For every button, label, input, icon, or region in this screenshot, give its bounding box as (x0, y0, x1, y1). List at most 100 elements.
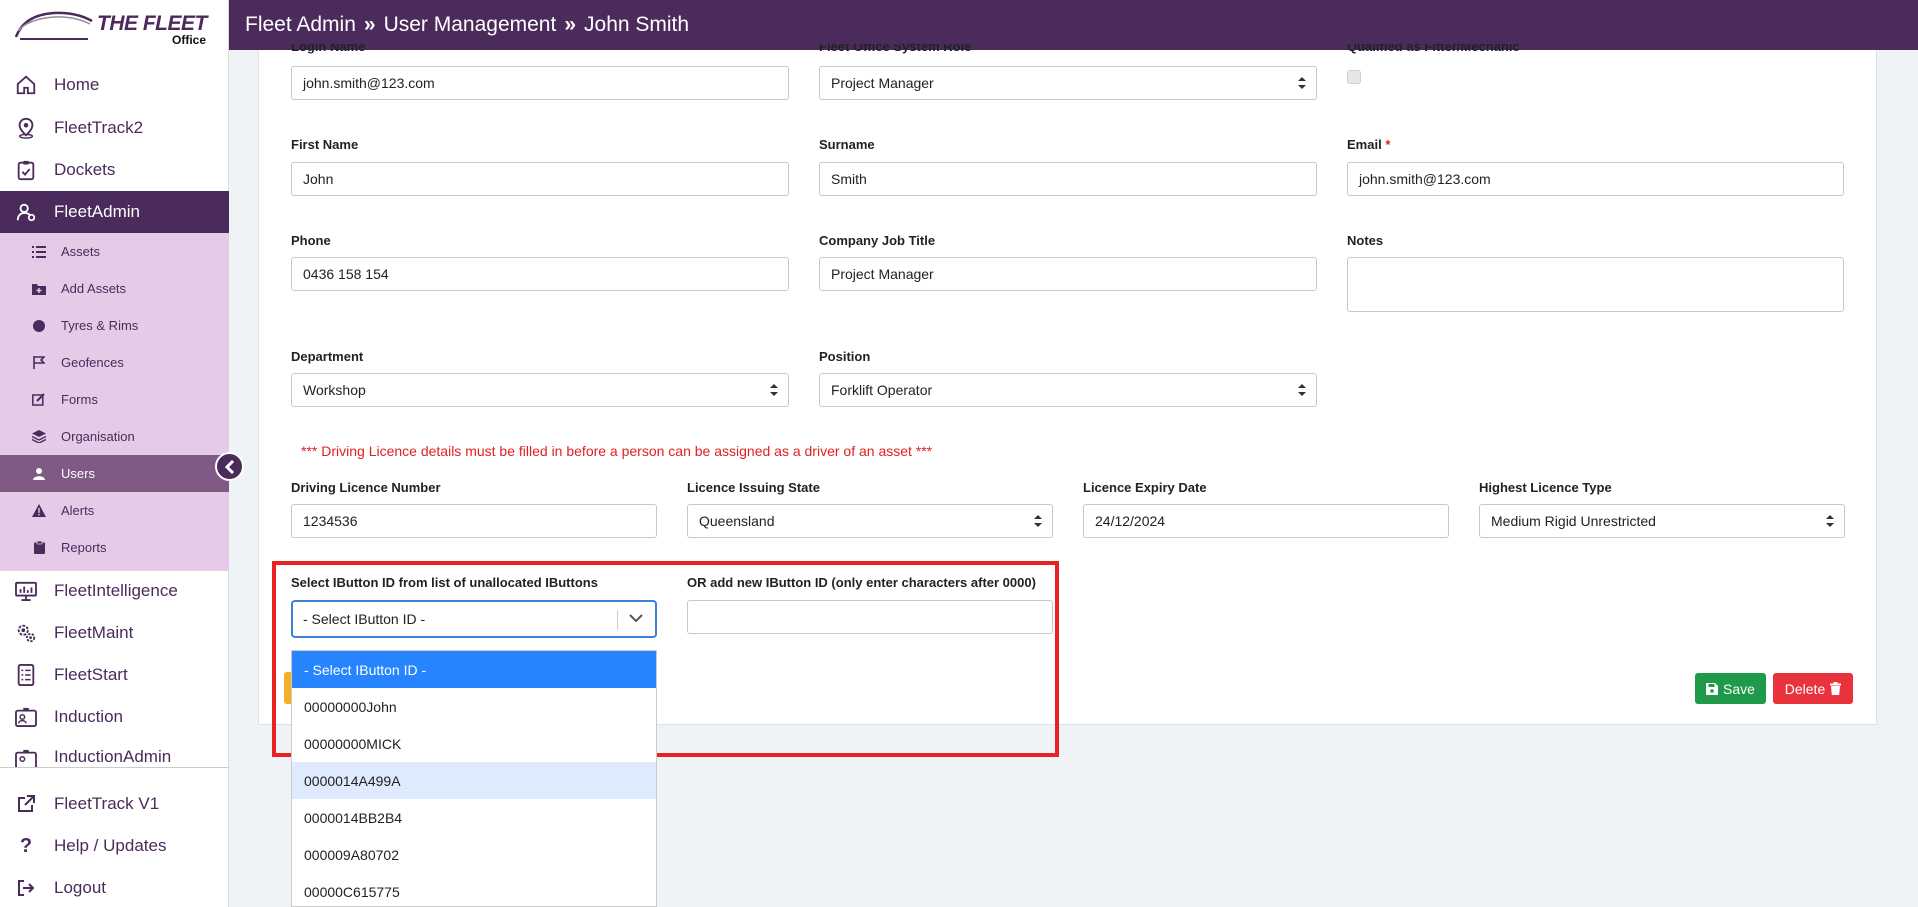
licence-number-field[interactable]: 1234536 (291, 504, 657, 538)
sidebar-item-label: Assets (61, 244, 101, 259)
system-role-select[interactable]: Project Manager (819, 66, 1317, 100)
collapse-sidebar-button[interactable] (215, 452, 244, 481)
sidebar-item-add-assets[interactable]: Add Assets (0, 270, 229, 307)
licence-warning-text: *** Driving Licence details must be fill… (301, 443, 933, 459)
dropdown-option[interactable]: 0000014BB2B4 (292, 799, 656, 836)
surname-field[interactable]: Smith (819, 162, 1317, 196)
list-icon (31, 245, 47, 258)
logout-icon (14, 876, 38, 900)
user-icon (31, 467, 47, 480)
sidebar-item-assets[interactable]: Assets (0, 233, 229, 270)
warning-icon (31, 504, 47, 517)
save-icon (1706, 682, 1719, 695)
sidebar-item-label: FleetStart (54, 665, 128, 684)
dropdown-option[interactable]: 0000014A499A (292, 762, 656, 799)
gears-icon (14, 621, 38, 645)
dropdown-option[interactable]: 00000000John (292, 688, 656, 725)
sidebar-item-forms[interactable]: Forms (0, 381, 229, 418)
surname-label: Surname (819, 137, 875, 152)
department-select[interactable]: Workshop (291, 373, 789, 407)
breadcrumb-separator-icon: » (363, 13, 376, 36)
sidebar-item-fleetstart[interactable]: FleetStart (0, 654, 229, 696)
sidebar: THE FLEET Office Home FleetTrack2 Docket… (0, 0, 229, 907)
login-name-label: Login Name (291, 44, 366, 54)
sidebar-item-fleettrack-v1[interactable]: FleetTrack V1 (0, 783, 229, 825)
select-arrows-icon (1298, 384, 1306, 396)
licence-type-label: Highest Licence Type (1479, 480, 1612, 495)
sidebar-item-label: FleetMaint (54, 623, 134, 642)
sidebar-item-fleetmaint[interactable]: FleetMaint (0, 612, 229, 654)
dropdown-option[interactable]: 000009A80702 (292, 836, 656, 873)
sidebar-divider (0, 767, 229, 768)
chevron-down-icon[interactable] (629, 613, 643, 623)
delete-button[interactable]: Delete (1773, 673, 1853, 704)
position-select[interactable]: Forklift Operator (819, 373, 1317, 407)
qualified-checkbox[interactable] (1347, 70, 1361, 84)
dropdown-option[interactable]: - Select IButton ID - (292, 651, 656, 688)
first-name-field[interactable]: John (291, 162, 789, 196)
sidebar-item-label: Organisation (61, 429, 135, 444)
sidebar-item-label: Users (61, 466, 95, 481)
sidebar-item-inductionadmin[interactable]: InductionAdmin (0, 738, 229, 768)
sidebar-item-label: Forms (61, 392, 98, 407)
phone-field[interactable]: 0436 158 154 (291, 257, 789, 291)
sidebar-item-organisation[interactable]: Organisation (0, 418, 229, 455)
licence-number-label: Driving Licence Number (291, 480, 441, 495)
ibutton-select[interactable]: - Select IButton ID - (291, 600, 657, 638)
combo-separator (617, 610, 618, 630)
sidebar-item-fleettrack2[interactable]: FleetTrack2 (0, 107, 229, 149)
select-arrows-icon (1826, 515, 1834, 527)
first-name-label: First Name (291, 137, 359, 152)
sidebar-item-label: Alerts (61, 503, 95, 518)
licence-type-select[interactable]: Medium Rigid Unrestricted (1479, 504, 1845, 538)
sidebar-item-alerts[interactable]: Alerts (0, 492, 229, 529)
id-card-gear-icon (14, 747, 38, 768)
breadcrumb-current: John Smith (584, 13, 690, 36)
sidebar-item-dockets[interactable]: Dockets (0, 149, 229, 191)
job-title-field[interactable]: Project Manager (819, 257, 1317, 291)
sidebar-item-label: FleetTrack2 (54, 118, 144, 137)
sidebar-item-induction[interactable]: Induction (0, 696, 229, 738)
clipboard-check-icon (14, 158, 38, 182)
licence-state-label: Licence Issuing State (687, 480, 820, 495)
login-name-field[interactable]: john.smith@123.com (291, 66, 789, 100)
notes-textarea[interactable] (1347, 257, 1844, 312)
monitor-chart-icon (14, 579, 38, 603)
sidebar-item-reports[interactable]: Reports (0, 529, 229, 566)
breadcrumb-fleet-admin[interactable]: Fleet Admin (245, 13, 356, 37)
email-field[interactable]: john.smith@123.com (1347, 162, 1844, 196)
position-label: Position (819, 349, 871, 364)
phone-checklist-icon (14, 663, 38, 687)
sidebar-item-help[interactable]: ? Help / Updates (0, 825, 229, 867)
dropdown-option[interactable]: 00000C615775 (292, 873, 656, 906)
logo[interactable]: THE FLEET Office (0, 0, 228, 50)
logo-subtext: Office (172, 33, 207, 47)
licence-expiry-label: Licence Expiry Date (1083, 480, 1207, 495)
licence-state-select[interactable]: Queensland (687, 504, 1053, 538)
sidebar-item-tyres-rims[interactable]: Tyres & Rims (0, 307, 229, 344)
sidebar-item-geofences[interactable]: Geofences (0, 344, 229, 381)
sidebar-item-fleetintelligence[interactable]: FleetIntelligence (0, 570, 229, 612)
qualified-label: Qualified as Fitter/Mechanic (1347, 44, 1520, 54)
clipboard-icon (31, 541, 47, 554)
sidebar-item-label: Help / Updates (54, 836, 167, 855)
sidebar-item-logout[interactable]: Logout (0, 867, 229, 907)
licence-expiry-field[interactable]: 24/12/2024 (1083, 504, 1449, 538)
sidebar-item-home[interactable]: Home (0, 64, 229, 106)
breadcrumb-user-management[interactable]: User Management (384, 13, 557, 37)
sidebar-item-label: Add Assets (61, 281, 127, 296)
sidebar-item-users[interactable]: Users (0, 455, 229, 492)
page-header: Fleet Admin » User Management » John Smi… (229, 0, 1918, 50)
sidebar-item-label: Home (54, 75, 100, 94)
edit-icon (31, 393, 47, 406)
sidebar-item-fleetadmin[interactable]: FleetAdmin (0, 191, 229, 233)
phone-label: Phone (291, 233, 331, 248)
save-button[interactable]: Save (1695, 673, 1766, 704)
sidebar-item-label: Induction (54, 707, 123, 726)
chevron-left-icon (224, 459, 234, 474)
sidebar-item-label: Logout (54, 878, 106, 897)
dropdown-option[interactable]: 00000000MICK (292, 725, 656, 762)
system-role-label: Fleet Office System Role (819, 44, 972, 54)
sidebar-item-label: Dockets (54, 160, 116, 179)
sidebar-item-label: Reports (61, 540, 107, 555)
